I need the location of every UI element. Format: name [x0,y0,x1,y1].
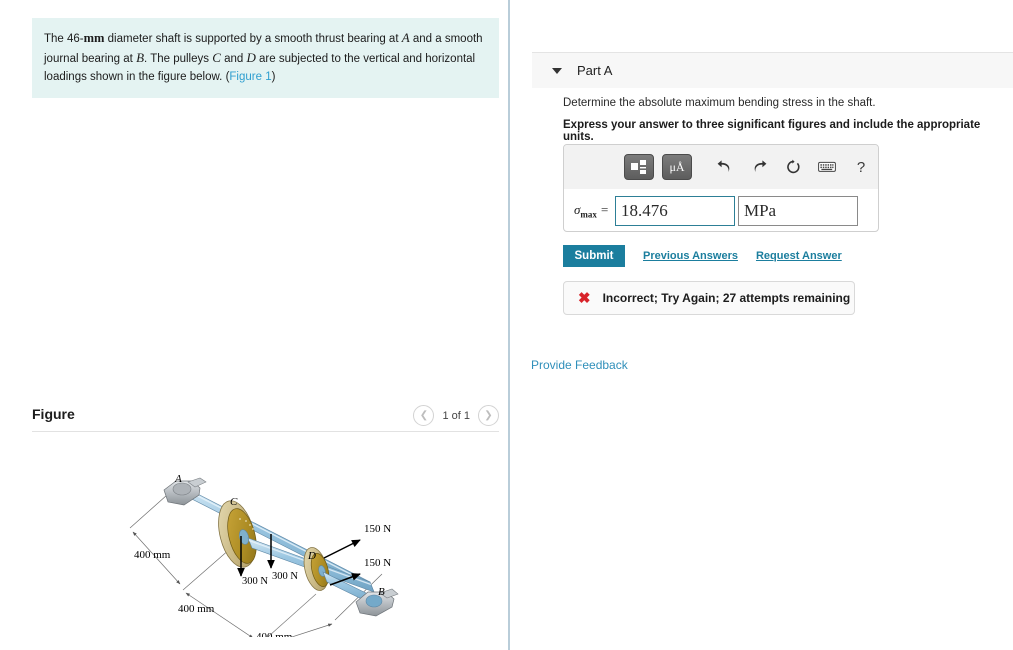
answer-entry-widget: μÅ ? σmax = 18.476 MPa [563,144,879,232]
help-question-icon[interactable]: ? [848,155,874,179]
part-a-question: Determine the absolute maximum bending s… [563,97,876,109]
answer-value-input[interactable] [614,196,735,226]
problem-mid1: diameter shaft is supported by a smooth … [104,33,402,45]
figure-next-button[interactable]: ❯ [478,405,499,426]
label-load-d1: 150 N [364,523,391,535]
problem-var-a: A [401,30,410,45]
request-answer-link[interactable]: Request Answer [756,250,842,262]
problem-statement-text: The 46-mm diameter shaft is supported by… [44,28,487,86]
shaft-figure-diagram: A C D B 400 mm 400 mm 400 mm 300 N 300 N… [120,462,420,647]
figure-title: Figure [32,406,75,422]
incorrect-feedback-text: Incorrect; Try Again; 27 attempts remain… [602,291,851,305]
problem-statement-box: The 46-mm diameter shaft is supported by… [32,18,499,98]
figure-divider [32,431,499,432]
provide-feedback-link[interactable]: Provide Feedback [531,358,628,372]
figure-header: Figure ❮ 1 of 1 ❯ [32,405,499,431]
answer-symbol-subscript: max [580,209,597,220]
problem-var-d: D [246,50,256,66]
answer-symbol-label: σmax = [574,202,609,220]
part-a-header[interactable]: Part A [532,52,1013,88]
reset-circle-icon[interactable] [780,155,806,179]
redo-arrow-icon[interactable] [746,155,772,179]
chevron-right-icon: ❯ [484,409,493,421]
problem-var-c: C [212,50,221,66]
caret-down-icon[interactable] [552,68,562,74]
math-toolbar: μÅ ? [564,145,878,189]
keyboard-icon[interactable] [814,155,840,179]
part-a-title: Part A [577,63,613,78]
submit-button[interactable]: Submit [563,245,625,267]
units-label: μÅ [669,159,685,174]
label-dim-3: 400 mm [256,631,293,637]
figure-1-link[interactable]: Figure 1 [229,71,271,83]
answer-equals: = [600,202,609,218]
previous-answers-link[interactable]: Previous Answers [643,250,738,262]
problem-lead: The 46- [44,33,84,45]
math-template-icon[interactable] [624,154,654,180]
part-a-instruction: Express your answer to three significant… [563,119,981,143]
problem-mid3: . The pulleys [144,53,213,66]
label-point-b: B [378,586,385,598]
incorrect-feedback-banner: ✖ Incorrect; Try Again; 27 attempts rema… [563,281,855,315]
figure-page-indicator: 1 of 1 [442,409,470,422]
load-arrow-d1 [323,539,361,559]
label-point-c: C [230,496,238,508]
label-load-c1: 300 N [242,576,268,587]
left-panel: The 46-mm diameter shaft is supported by… [0,0,508,650]
label-point-a: A [174,473,182,485]
answer-units-input[interactable] [737,196,858,226]
x-mark-icon: ✖ [578,289,591,307]
micro-angstrom-units-icon[interactable]: μÅ [662,154,692,180]
chevron-left-icon: ❮ [419,409,429,421]
label-point-d: D [307,550,316,562]
label-load-d2: 150 N [364,557,391,569]
problem-var-b: B [136,50,145,66]
help-label: ? [856,158,866,176]
problem-mid4: and [220,53,247,66]
label-dim-2: 400 mm [178,603,215,615]
label-load-c2: 300 N [272,571,298,582]
submit-row: Submit Previous Answers Request Answer [563,245,842,267]
problem-tail: ) [271,70,276,83]
figure-pager: ❮ 1 of 1 ❯ [413,405,499,426]
undo-arrow-icon[interactable] [712,155,738,179]
problem-unit-mm: mm [83,31,105,45]
shaft-figure-svg: A C D B 400 mm 400 mm 400 mm 300 N 300 N… [129,473,399,647]
figure-prev-button[interactable]: ❮ [413,405,435,426]
label-dim-1: 400 mm [134,549,171,561]
answer-input-row: σmax = [564,189,878,233]
